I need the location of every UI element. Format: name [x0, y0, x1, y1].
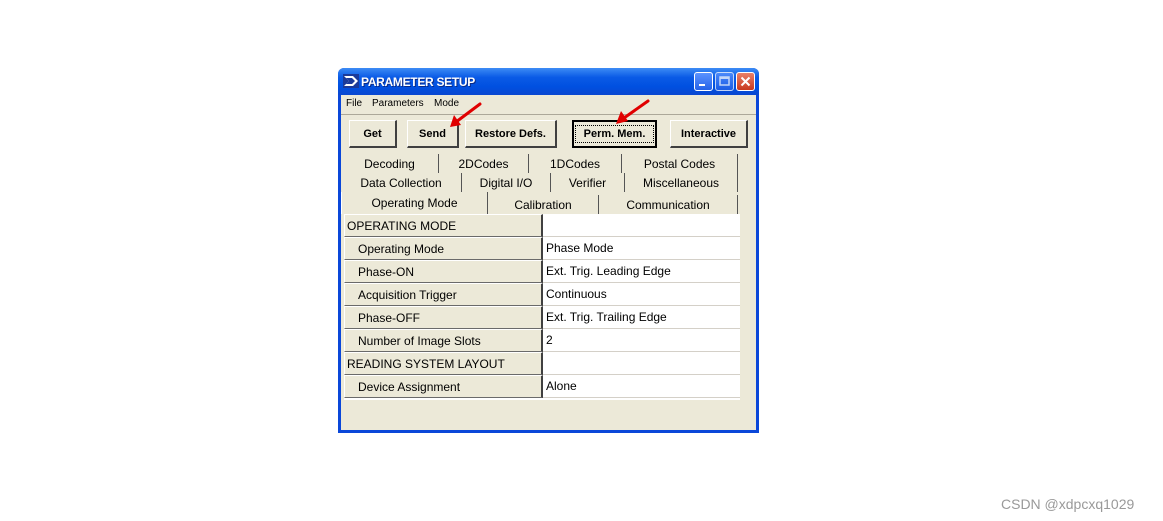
tab-decoding[interactable]: Decoding [341, 154, 439, 173]
menu-bar: File Parameters Mode [341, 95, 756, 113]
tab-data-collection[interactable]: Data Collection [341, 173, 462, 192]
grid-value-cell [543, 352, 740, 375]
get-button[interactable]: Get [349, 120, 397, 148]
grid-row: Device Assignment Alone [344, 375, 740, 398]
grid-value-cell[interactable]: Continuous [543, 283, 740, 306]
get-button-label: Get [363, 127, 382, 140]
grid-label-cell[interactable]: Operating Mode [344, 237, 543, 260]
app-logo-icon [343, 74, 359, 88]
grid-label-cell[interactable]: Phase-OFF [344, 306, 543, 329]
tab-row-1: Decoding 2DCodes 1DCodes Postal Codes [341, 154, 756, 173]
grid-label-cell[interactable]: Phase-ON [344, 260, 543, 283]
window-title: PARAMETER SETUP [361, 75, 475, 89]
minimize-icon [699, 84, 705, 86]
tab-miscellaneous-label: Miscellaneous [642, 175, 720, 190]
tab-postal-codes[interactable]: Postal Codes [622, 154, 738, 173]
maximize-button[interactable] [715, 72, 734, 91]
tab-communication[interactable]: Communication [599, 195, 738, 214]
tab-miscellaneous[interactable]: Miscellaneous [625, 173, 738, 192]
tab-verifier[interactable]: Verifier [551, 173, 625, 192]
tab-communication-label: Communication [626, 197, 710, 212]
grid-value-cell [543, 214, 740, 237]
tab-digital-io[interactable]: Digital I/O [462, 173, 551, 192]
grid-section-header: READING SYSTEM LAYOUT [344, 352, 543, 375]
tab-calibration-label: Calibration [514, 197, 572, 212]
parameter-grid: OPERATING MODE Operating Mode Phase Mode… [344, 214, 740, 400]
grid-row: Acquisition Trigger Continuous [344, 283, 740, 306]
tab-2dcodes[interactable]: 2DCodes [439, 154, 529, 173]
title-bar[interactable]: PARAMETER SETUP [338, 68, 759, 95]
grid-section-header: OPERATING MODE [344, 214, 543, 237]
watermark-text: CSDN @xdpcxq1029 [1001, 496, 1135, 512]
tab-data-collection-label: Data Collection [360, 175, 442, 190]
grid-row: Number of Image Slots 2 [344, 329, 740, 352]
grid-value-cell[interactable]: Ext. Trig. Leading Edge [543, 260, 740, 283]
grid-value-cell[interactable]: Alone [543, 375, 740, 398]
grid-row: READING SYSTEM LAYOUT [344, 352, 740, 375]
grid-row: Phase-ON Ext. Trig. Leading Edge [344, 260, 740, 283]
tab-1dcodes-label: 1DCodes [549, 156, 601, 171]
minimize-button[interactable] [694, 72, 713, 91]
tab-decoding-label: Decoding [364, 156, 415, 171]
grid-row: OPERATING MODE [344, 214, 740, 237]
grid-value-cell[interactable]: Phase Mode [543, 237, 740, 260]
close-button[interactable] [736, 72, 755, 91]
grid-value-cell[interactable]: 2 [543, 329, 740, 352]
grid-label-cell[interactable]: Acquisition Trigger [344, 283, 543, 306]
window-client-area: File Parameters Mode Get Send Restore De… [341, 95, 756, 430]
grid-row: Operating Mode Phase Mode [344, 237, 740, 260]
grid-row: Phase-OFF Ext. Trig. Trailing Edge [344, 306, 740, 329]
tab-2dcodes-label: 2DCodes [458, 156, 509, 171]
menu-separator [341, 114, 756, 115]
menu-file[interactable]: File [346, 98, 362, 109]
tab-operating-mode-label: Operating Mode [371, 196, 458, 210]
tab-postal-codes-label: Postal Codes [643, 156, 716, 171]
grid-label-cell[interactable]: Number of Image Slots [344, 329, 543, 352]
maximize-icon [719, 76, 730, 86]
annotation-arrow-send [450, 102, 482, 127]
tab-row-2: Data Collection Digital I/O Verifier Mis… [341, 173, 756, 192]
tab-verifier-label: Verifier [568, 175, 607, 190]
grid-label-cell[interactable]: Device Assignment [344, 375, 543, 398]
annotation-arrow-perm-mem [616, 99, 650, 124]
interactive-button[interactable]: Interactive [670, 120, 748, 148]
close-icon [740, 76, 751, 87]
tab-operating-mode[interactable]: Operating Mode [341, 192, 488, 214]
tab-1dcodes[interactable]: 1DCodes [529, 154, 622, 173]
menu-parameters[interactable]: Parameters [372, 98, 424, 109]
tab-row-3: Operating Mode Calibration Communication [341, 192, 756, 214]
interactive-button-label: Interactive [680, 127, 737, 140]
parameter-setup-window: PARAMETER SETUP File Parameters Mode Get… [338, 68, 759, 433]
tab-calibration[interactable]: Calibration [488, 195, 599, 214]
tab-digital-io-label: Digital I/O [479, 175, 533, 190]
grid-value-cell[interactable]: Ext. Trig. Trailing Edge [543, 306, 740, 329]
